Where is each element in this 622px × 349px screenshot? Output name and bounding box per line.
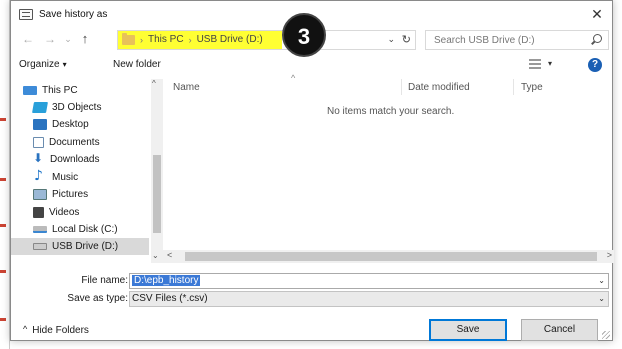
column-divider[interactable] <box>513 79 514 95</box>
sidebar-item-3d-objects[interactable]: 3D Objects <box>32 99 102 116</box>
organize-button[interactable]: Organize ▾ <box>19 59 67 70</box>
recent-locations-icon[interactable]: ⌄ <box>61 32 75 46</box>
empty-list-message: No items match your search. <box>327 106 455 117</box>
background-mark <box>0 224 6 227</box>
column-header-name[interactable]: Name <box>173 82 200 93</box>
forward-arrow-icon[interactable]: → <box>43 32 57 46</box>
usb-drive-icon <box>33 243 47 250</box>
search-icon <box>593 34 602 43</box>
pictures-icon <box>33 189 47 200</box>
background-mark <box>0 118 6 121</box>
scroll-left-icon[interactable]: < <box>167 250 172 260</box>
sidebar-item-downloads[interactable]: Downloads <box>33 151 99 168</box>
sidebar-item-local-disk[interactable]: Local Disk (C:) <box>33 221 118 238</box>
organize-label: Organize <box>19 59 60 70</box>
file-list-horizontal-scrollbar[interactable]: < > <box>163 250 614 263</box>
address-dropdown-icon[interactable]: ⌄ <box>387 34 395 45</box>
search-placeholder: Search USB Drive (D:) <box>434 35 535 46</box>
new-folder-button[interactable]: New folder <box>113 59 161 70</box>
sidebar-item-label: Videos <box>49 207 80 218</box>
command-toolbar: Organize ▾ New folder ▾ ? <box>11 53 612 77</box>
downloads-icon <box>33 151 45 166</box>
file-name-input[interactable]: D:\epb_history ⌄ <box>129 273 609 289</box>
file-name-label: File name: <box>81 275 128 286</box>
chevron-down-icon[interactable]: ⌄ <box>598 294 605 303</box>
save-as-type-label: Save as type: <box>67 293 128 304</box>
chevron-down-icon[interactable]: ⌄ <box>598 276 605 285</box>
resize-grip-icon[interactable] <box>602 331 610 339</box>
chevron-up-icon: ^ <box>23 324 28 334</box>
navigation-pane-scrollbar[interactable]: ^ ⌄ <box>151 79 163 263</box>
scrollbar-thumb[interactable] <box>153 155 161 233</box>
sidebar-item-videos[interactable]: Videos <box>33 204 79 221</box>
sidebar-item-label: USB Drive (D:) <box>52 241 119 252</box>
help-icon[interactable]: ? <box>588 58 602 72</box>
scroll-down-icon[interactable]: ⌄ <box>152 251 159 260</box>
dialog-title: Save history as <box>39 9 108 20</box>
local-disk-icon <box>33 226 47 233</box>
save-button[interactable]: Save <box>429 319 507 341</box>
sidebar-item-label: This PC <box>42 85 78 96</box>
save-dialog-icon <box>19 9 33 20</box>
background-mark <box>0 178 6 181</box>
breadcrumb-usb-drive[interactable]: USB Drive (D:) <box>197 34 263 45</box>
sidebar-item-label: Pictures <box>52 189 89 200</box>
sidebar-item-label: Local Disk (C:) <box>52 224 118 235</box>
sidebar-item-pictures[interactable]: Pictures <box>33 186 88 203</box>
background-mark <box>0 270 6 273</box>
scroll-right-icon[interactable]: > <box>607 250 612 260</box>
scrollbar-thumb[interactable] <box>185 252 597 261</box>
sidebar-item-label: Documents <box>49 137 100 148</box>
view-options-chevron-icon[interactable]: ▾ <box>548 59 552 68</box>
search-input[interactable]: Search USB Drive (D:) <box>425 30 609 50</box>
sort-ascending-icon: ^ <box>291 73 296 83</box>
save-as-type-row: Save as type: CSV Files (*.csv) ⌄ <box>11 291 614 307</box>
sidebar-item-label: 3D Objects <box>52 102 102 113</box>
sidebar-item-usb-drive[interactable]: USB Drive (D:) <box>11 238 149 255</box>
background-mark <box>0 318 6 321</box>
up-arrow-icon[interactable]: ↑ <box>78 32 92 46</box>
navigation-pane: This PC 3D Objects Desktop Documents Dow… <box>11 79 163 263</box>
save-as-dialog: Save history as ✕ ← → ⌄ ↑ › This PC › US… <box>10 0 614 341</box>
desktop-icon <box>33 119 47 130</box>
close-button[interactable]: ✕ <box>588 5 606 23</box>
breadcrumb: › This PC › USB Drive (D:) <box>122 32 263 45</box>
sidebar-item-desktop[interactable]: Desktop <box>33 116 89 133</box>
music-icon <box>33 168 47 184</box>
save-as-type-select[interactable]: CSV Files (*.csv) ⌄ <box>129 291 609 307</box>
dialog-footer: ^ Hide Folders Save Cancel <box>11 307 612 341</box>
file-name-value: D:\epb_history <box>132 275 201 286</box>
background-app-left-edge <box>0 0 10 349</box>
hide-folders-label: Hide Folders <box>32 325 89 336</box>
annotation-badge: 3 <box>282 13 326 57</box>
sidebar-item-this-pc[interactable]: This PC <box>23 82 78 99</box>
file-list: ^ Name Date modified Type No items match… <box>163 73 614 263</box>
3d-objects-icon <box>32 102 48 113</box>
scroll-up-icon[interactable]: ^ <box>152 79 156 88</box>
view-options-icon[interactable] <box>529 59 541 69</box>
documents-icon <box>33 137 44 148</box>
refresh-icon[interactable]: ↻ <box>402 33 411 46</box>
breadcrumb-this-pc[interactable]: This PC <box>148 34 184 45</box>
folder-icon <box>122 32 135 45</box>
hide-folders-button[interactable]: ^ Hide Folders <box>23 324 89 336</box>
breadcrumb-separator: › <box>188 34 192 45</box>
videos-icon <box>33 207 44 218</box>
column-divider[interactable] <box>401 79 402 95</box>
column-header-date-modified[interactable]: Date modified <box>408 82 470 93</box>
sidebar-item-label: Desktop <box>52 119 89 130</box>
address-bar[interactable]: › This PC › USB Drive (D:) ⌄ ↻ <box>117 30 416 50</box>
sidebar-item-label: Downloads <box>50 154 100 165</box>
sidebar-item-label: Music <box>52 172 79 183</box>
sidebar-item-documents[interactable]: Documents <box>33 134 100 151</box>
computer-icon <box>23 86 37 95</box>
file-name-row: File name: D:\epb_history ⌄ <box>11 273 614 289</box>
save-as-type-value: CSV Files (*.csv) <box>132 293 208 304</box>
breadcrumb-separator: › <box>140 34 143 45</box>
chevron-down-icon: ▾ <box>62 60 67 69</box>
sidebar-item-music[interactable]: Music <box>33 168 79 186</box>
back-arrow-icon[interactable]: ← <box>21 32 35 46</box>
column-header-type[interactable]: Type <box>521 82 543 93</box>
cancel-button[interactable]: Cancel <box>521 319 598 341</box>
